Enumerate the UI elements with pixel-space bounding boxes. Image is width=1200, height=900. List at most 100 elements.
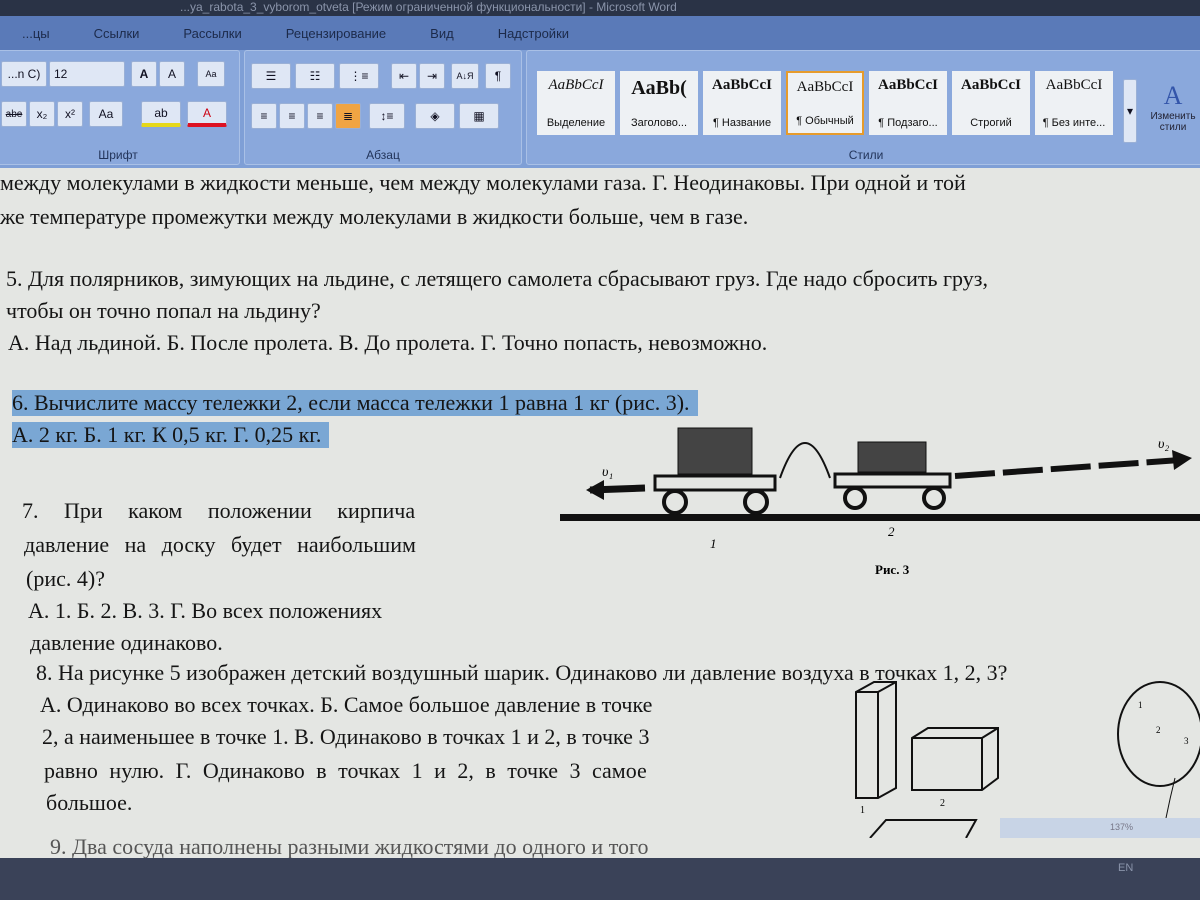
brick-2-label: 2 [940, 798, 945, 809]
subscript-button[interactable]: x₂ [29, 101, 55, 127]
style-name: ¶ Подзаго... [878, 117, 938, 129]
align-center-icon[interactable]: ≡ [279, 103, 305, 129]
style-subtitle[interactable]: AaBbCcI ¶ Подзаго... [869, 71, 947, 135]
style-name: ¶ Без инте... [1042, 117, 1106, 129]
doc-line: 7. При каком положении кирпича [22, 498, 416, 523]
ribbon: ...n C) 12 A A Aa abe x₂ x² Aa ab A Шриф… [0, 50, 1200, 168]
grow-font-button[interactable]: A [131, 61, 157, 87]
style-sample: AaBb( [631, 77, 687, 99]
align-left-icon[interactable]: ≡ [251, 103, 277, 129]
font-group: ...n C) 12 A A Aa abe x₂ x² Aa ab A Шриф… [0, 50, 240, 165]
style-sample: AaBbCcI [877, 77, 938, 93]
doc-line: чтобы он точно попал на льдину? [6, 298, 321, 323]
style-name: ¶ Обычный [796, 115, 854, 127]
v1-label: υ₁ [602, 465, 613, 480]
decrease-indent-icon[interactable]: ⇤ [391, 63, 417, 89]
style-no-spacing[interactable]: AaBbCcI ¶ Без инте... [1035, 71, 1113, 135]
brick-3 [869, 819, 978, 838]
font-name-select[interactable]: ...n C) [1, 61, 47, 87]
brick-1-label: 1 [860, 805, 865, 816]
tab-layout[interactable]: ...цы [0, 26, 72, 41]
change-styles-icon: A [1163, 81, 1183, 110]
style-emphasis[interactable]: AaBbCcI Выделение [537, 71, 615, 135]
increase-indent-icon[interactable]: ⇥ [419, 63, 445, 89]
document-page[interactable]: между молекулами в жидкости меньше, чем … [0, 168, 1200, 859]
paragraph-group-label: Абзац [366, 148, 400, 162]
change-styles-label: Изменить стили [1150, 111, 1196, 133]
font-group-label: Шрифт [98, 148, 138, 162]
numbering-icon[interactable]: ☷ [295, 63, 335, 89]
zoom-level[interactable]: 137% [1110, 822, 1133, 832]
figure-4-bricks: 1 2 1 2 3 [855, 681, 1200, 838]
language-indicator[interactable]: EN [1118, 862, 1133, 874]
doc-line: же температуре промежутки между молекула… [0, 204, 749, 229]
figure-3-caption: Рис. 3 [875, 562, 910, 577]
brick-1 [855, 681, 897, 799]
style-sample: AaBbCcI [548, 77, 604, 93]
view-controls: 137% [1000, 818, 1200, 838]
doc-line: А. Над льдиной. Б. После пролета. В. До … [8, 330, 768, 355]
doc-line: давление на доску будет наибольшим [24, 532, 416, 557]
superscript-button[interactable]: x² [57, 101, 83, 127]
tab-addins[interactable]: Надстройки [476, 26, 591, 41]
point-1-label: 1 [1138, 700, 1143, 710]
style-title[interactable]: AaBbCcI ¶ Название [703, 71, 781, 135]
style-name: ¶ Название [712, 117, 772, 129]
style-sample: AaBbCcI [711, 77, 772, 93]
doc-line: А. Одинаково во всех точках. Б. Самое бо… [40, 692, 653, 717]
doc-line: 5. Для полярников, зимующих на льдине, с… [6, 266, 988, 291]
styles-group-label: Стили [848, 148, 884, 162]
shrink-font-button[interactable]: A [159, 61, 185, 87]
justify-icon[interactable]: ≣ [335, 103, 361, 129]
strikethrough-button[interactable]: abe [1, 101, 27, 127]
styles-scroll-icon[interactable]: ▾ [1123, 79, 1137, 143]
track [560, 514, 1200, 521]
doc-line: между молекулами в жидкости меньше, чем … [0, 170, 966, 195]
style-name: Заголово... [630, 117, 688, 129]
doc-line: большое. [46, 790, 133, 815]
doc-line: А. 1. Б. 2. В. 3. Г. Во всех положениях [28, 598, 383, 623]
style-sample: AaBbCcI [796, 79, 854, 95]
cart-1-label: 1 [710, 536, 717, 551]
sort-button[interactable]: А↓Я [451, 63, 479, 89]
cart-2-label: 2 [888, 524, 895, 539]
align-right-icon[interactable]: ≡ [307, 103, 333, 129]
tab-references[interactable]: Ссылки [72, 26, 162, 41]
doc-line: 2, а наименьшее в точке 1. В. Одинаково … [42, 724, 650, 749]
doc-line: 9. Два сосуда наполнены разными жидкостя… [50, 834, 649, 859]
tab-view[interactable]: Вид [408, 26, 476, 41]
borders-icon[interactable]: ▦ [459, 103, 499, 129]
taskbar: EN [0, 858, 1200, 900]
styles-group: AaBbCcI Выделение AaBb( Заголово... AaBbCc… [526, 50, 1200, 165]
window-title: ...ya_rabota_3_vyborom_otveta [Режим огр… [0, 0, 1200, 16]
ribbon-tabs: ...цы Ссылки Рассылки Рецензирование Вид… [0, 16, 1200, 50]
tab-review[interactable]: Рецензирование [264, 26, 408, 41]
spring [779, 442, 831, 479]
tab-mailings[interactable]: Рассылки [161, 26, 263, 41]
selected-line: А. 2 кг. Б. 1 кг. К 0,5 кг. Г. 0,25 кг. [12, 422, 330, 448]
multilevel-list-icon[interactable]: ⋮≡ [339, 63, 379, 89]
style-sample: AaBbCcI [960, 77, 1021, 93]
style-strong[interactable]: AaBbCcI Строгий [952, 71, 1030, 135]
selected-line: 6. Вычислите массу тележки 2, если масса… [12, 390, 698, 416]
style-sample: AaBbCcI [1045, 77, 1103, 93]
v2-label: υ₂ [1158, 437, 1169, 452]
bullets-icon[interactable]: ☰ [251, 63, 291, 89]
doc-line: (рис. 4)? [26, 566, 105, 591]
style-name: Строгий [970, 117, 1012, 129]
style-normal[interactable]: AaBbCcI ¶ Обычный [786, 71, 864, 135]
show-marks-button[interactable]: ¶ [485, 63, 511, 89]
font-size-select[interactable]: 12 [49, 61, 125, 87]
style-name: Выделение [546, 117, 606, 129]
line-spacing-icon[interactable]: ↕≡ [369, 103, 405, 129]
highlight-button[interactable]: ab [141, 101, 181, 127]
point-3-label: 3 [1184, 736, 1189, 746]
font-color-button[interactable]: A [187, 101, 227, 127]
figure-3-carts: υ₁ υ₂ 1 2 Рис. 3 [560, 427, 1200, 577]
change-styles-button[interactable]: A Изменить стили [1145, 81, 1200, 133]
change-case-button[interactable]: Aa [89, 101, 123, 127]
clear-format-button[interactable]: Aa [197, 61, 225, 87]
style-heading[interactable]: AaBb( Заголово... [620, 71, 698, 135]
shading-icon[interactable]: ◈ [415, 103, 455, 129]
cart-2 [833, 441, 952, 510]
